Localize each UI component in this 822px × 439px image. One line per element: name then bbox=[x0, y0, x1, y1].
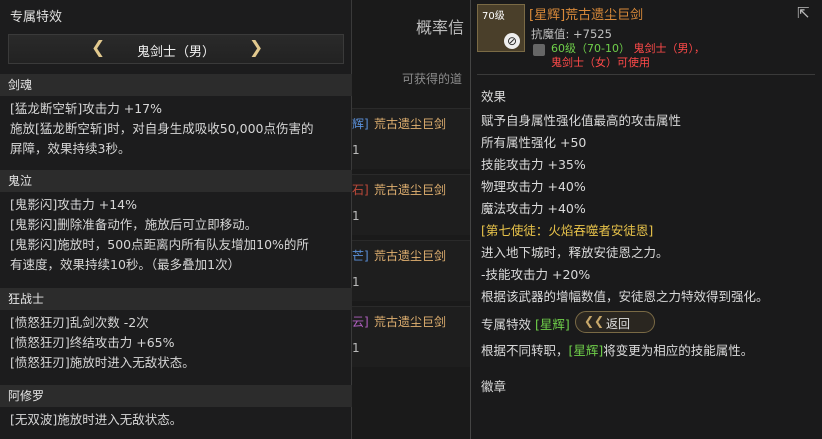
effect-line: 物理攻击力 +40% bbox=[481, 179, 586, 194]
item-tooltip: 70级 ⊘ [星辉]荒古遗尘巨剑 ⇱ 抗魔值: +7525 60级（70-10）… bbox=[470, 0, 822, 439]
effect-line: 有速度，效果持续10秒。（最多叠加1次） bbox=[10, 257, 241, 272]
section-asura-ghost: 鬼泣 [鬼影闪]攻击力 +14% [鬼影闪]删除准备动作，施放后可立即移动。 [… bbox=[0, 170, 352, 275]
effect-line: [鬼影闪]施放时，500点距离内所有队友增加10%的所 bbox=[10, 237, 309, 252]
special-label: 专属特效 bbox=[481, 317, 532, 332]
effect-line: [愤怒狂刃]施放时进入无敌状态。 bbox=[10, 355, 195, 370]
item-count: 1 bbox=[352, 209, 360, 223]
badge-header: 徽章 bbox=[481, 379, 507, 394]
special-effect-row: 专属特效 [星辉] bbox=[481, 314, 570, 333]
probability-panel: 概率信 可获得的道 辉] 荒古遗尘巨剑 1 石] 荒古遗尘巨剑 1 芒] 荒古遗… bbox=[352, 0, 470, 439]
item-icon: 70级 ⊘ bbox=[477, 4, 525, 52]
effect-line: [鬼影闪]攻击力 +14% bbox=[10, 197, 137, 212]
desc-text: 将变更为相应的技能属性。 bbox=[603, 343, 754, 358]
section-sword-soul: 剑魂 [猛龙断空斩]攻击力 +17% 施放[猛龙断空斩]时，对自身生成吸收50,… bbox=[0, 74, 352, 159]
list-item[interactable]: 芒] 荒古遗尘巨剑 1 bbox=[352, 240, 470, 301]
effect-line: 魔法攻击力 +40% bbox=[481, 201, 586, 216]
panel-title: 专属特效 bbox=[10, 10, 63, 25]
effect-line: 进入地下城时，释放安徒恩之力。 bbox=[481, 245, 669, 260]
effect-line: 屏障，效果持续3秒。 bbox=[10, 141, 131, 156]
chevron-right-icon[interactable]: ❯ bbox=[249, 38, 263, 58]
effect-line: 施放[猛龙断空斩]时，对自身生成吸收50,000点伤害的 bbox=[10, 121, 314, 136]
level-badge: 70级 bbox=[482, 11, 505, 22]
effect-line: [猛龙断空斩]攻击力 +17% bbox=[10, 101, 162, 116]
effect-line: -技能攻击力 +20% bbox=[481, 267, 591, 282]
section-header: 剑魂 bbox=[0, 74, 352, 96]
effect-line: [无双波]施放时进入无敌状态。 bbox=[10, 412, 183, 427]
item-tag: 芒] bbox=[352, 249, 369, 263]
effect-line: 所有属性强化 +50 bbox=[481, 135, 587, 150]
panel-title: 概率信 bbox=[416, 18, 465, 37]
section-berserker: 狂战士 [愤怒狂刃]乱剑次数 -2次 [愤怒狂刃]终结攻击力 +65% [愤怒狂… bbox=[0, 288, 352, 373]
divider bbox=[477, 74, 815, 75]
item-name: 荒古遗尘巨剑 bbox=[374, 183, 447, 197]
share-icon[interactable]: ⇱ bbox=[797, 4, 810, 22]
list-item[interactable]: 辉] 荒古遗尘巨剑 1 bbox=[352, 108, 470, 169]
item-name: 荒古遗尘巨剑 bbox=[374, 315, 447, 329]
back-label: 返回 bbox=[606, 317, 631, 331]
effect-line: 根据该武器的增幅数值，安徒恩之力特效得到强化。 bbox=[481, 289, 769, 304]
item-count: 1 bbox=[352, 275, 360, 289]
effect-line: 技能攻击力 +35% bbox=[481, 157, 586, 172]
effect-header: 效果 bbox=[481, 89, 507, 104]
back-button[interactable]: ❮❮ 返回 bbox=[575, 311, 655, 333]
section-header: 鬼泣 bbox=[0, 170, 352, 192]
double-chevron-left-icon: ❮❮ bbox=[584, 314, 605, 328]
item-name: 荒古遗尘巨剑 bbox=[374, 249, 447, 263]
apostle-title: [第七使徒：火焰吞噬者安徒恩] bbox=[481, 223, 654, 238]
prohibited-icon: ⊘ bbox=[504, 33, 520, 49]
special-description: 根据不同转职，[星辉]将变更为相应的技能属性。 bbox=[481, 340, 753, 359]
item-name: 荒古遗尘巨剑 bbox=[374, 117, 447, 131]
item-count: 1 bbox=[352, 341, 360, 355]
item-tag: 石] bbox=[352, 183, 369, 197]
item-tag: 云] bbox=[352, 315, 369, 329]
gem-icon bbox=[533, 44, 545, 56]
desc-text: 根据不同转职， bbox=[481, 343, 569, 358]
job-selector: ❮ 鬼剑士（男） ❯ bbox=[8, 34, 344, 64]
job-name: 鬼剑士（男） bbox=[136, 45, 215, 60]
effect-line: [愤怒狂刃]乱剑次数 -2次 bbox=[10, 315, 149, 330]
effect-line: 赋予自身属性强化值最高的攻击属性 bbox=[481, 113, 682, 128]
effect-line: [愤怒狂刃]终结攻击力 +65% bbox=[10, 335, 175, 350]
list-item[interactable]: 石] 荒古遗尘巨剑 1 bbox=[352, 174, 470, 235]
item-count: 1 bbox=[352, 143, 360, 157]
item-tag: 辉] bbox=[352, 117, 369, 131]
special-tag: [星辉] bbox=[535, 317, 570, 332]
special-effect-panel: 专属特效 ❮ 鬼剑士（男） ❯ 剑魂 [猛龙断空斩]攻击力 +17% 施放[猛龙… bbox=[0, 0, 352, 439]
item-name: [星辉]荒古遗尘巨剑 bbox=[529, 8, 644, 23]
section-header: 阿修罗 bbox=[0, 385, 352, 407]
effect-line: [鬼影闪]删除准备动作，施放后可立即移动。 bbox=[10, 217, 258, 232]
panel-subtitle: 可获得的道 bbox=[402, 72, 463, 86]
list-item[interactable]: 云] 荒古遗尘巨剑 1 bbox=[352, 306, 470, 367]
desc-tag: [星辉] bbox=[568, 343, 604, 358]
section-header: 狂战士 bbox=[0, 288, 352, 310]
section-asura: 阿修罗 [无双波]施放时进入无敌状态。 bbox=[0, 385, 352, 430]
required-job-2: 鬼剑士（女）可使用 bbox=[551, 56, 650, 69]
